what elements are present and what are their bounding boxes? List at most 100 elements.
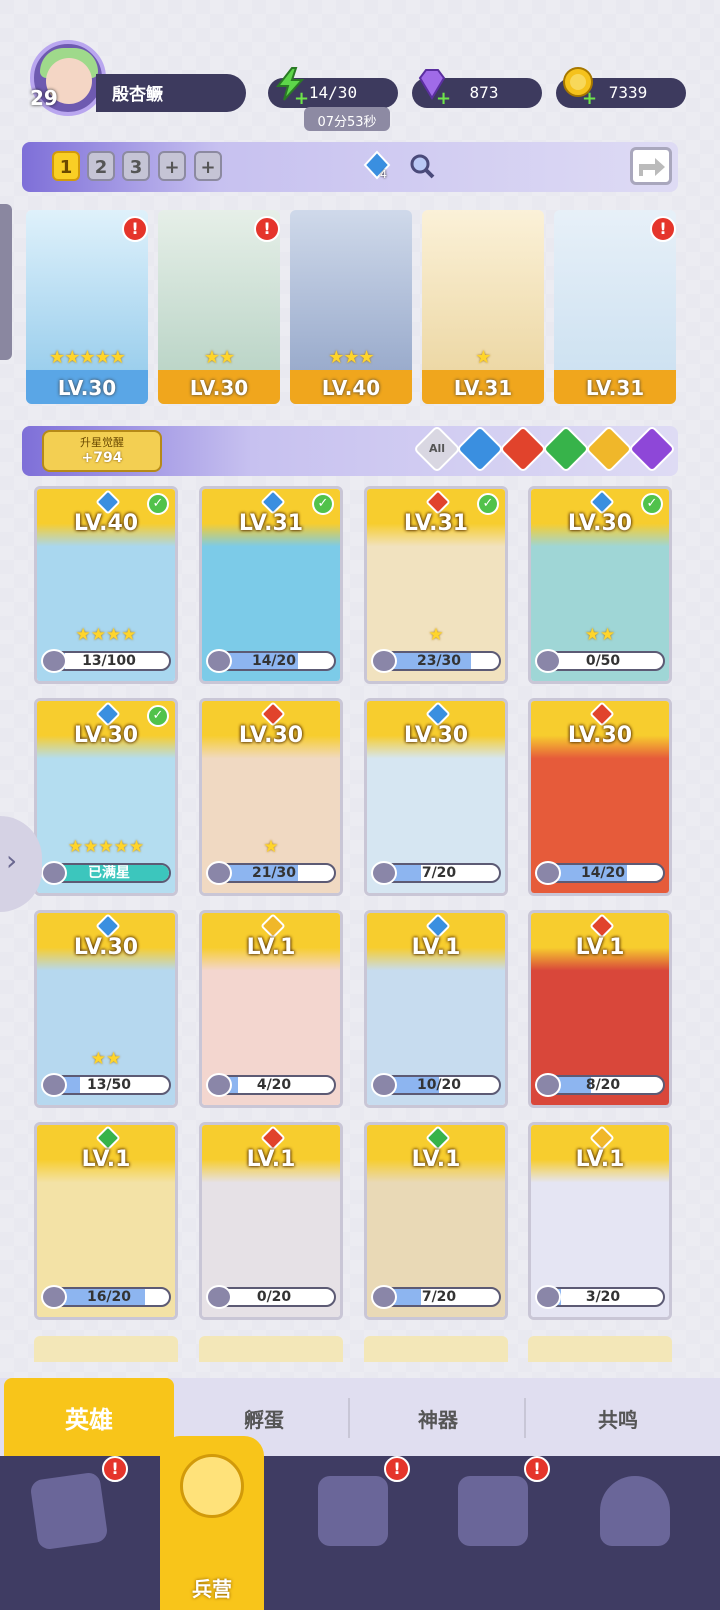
hero-card[interactable]: ✓ LV.40 ★★★★ 13/100 <box>34 486 178 684</box>
hero-card-partial <box>528 1336 672 1362</box>
hero-card[interactable]: ✓ LV.31 14/20 <box>199 486 343 684</box>
magnifier-icon[interactable] <box>408 152 436 180</box>
star-rating: ★ <box>263 837 279 857</box>
hero-level: LV.30 <box>73 723 139 748</box>
barracks-icon <box>180 1454 244 1518</box>
hero-level: LV.1 <box>81 1147 131 1172</box>
team-hero-4[interactable]: ★ LV.31 <box>422 210 544 404</box>
team-slot-add-1[interactable]: + <box>158 151 186 181</box>
hero-level: LV.1 <box>411 1147 461 1172</box>
hero-card[interactable]: LV.30 ★ 21/30 <box>199 698 343 896</box>
left-edge-tab[interactable] <box>0 204 12 360</box>
hero-card[interactable]: ✓ LV.31 ★ 23/30 <box>364 486 508 684</box>
alert-badge: ! <box>384 1456 410 1482</box>
hero-card[interactable]: LV.1 3/20 <box>528 1122 672 1320</box>
hero-card[interactable]: LV.1 0/20 <box>199 1122 343 1320</box>
filter-label: All <box>428 442 446 455</box>
hero-card-partial <box>34 1336 178 1362</box>
hero-card[interactable]: LV.1 7/20 <box>364 1122 508 1320</box>
alert-badge: ! <box>122 216 148 242</box>
hero-card-partial <box>364 1336 508 1362</box>
shard-progress-text: 7/20 <box>421 1289 457 1305</box>
team-hero-level: LV.31 <box>554 370 676 404</box>
hero-card[interactable]: LV.1 4/20 <box>199 910 343 1108</box>
cards-icon[interactable] <box>29 1471 109 1551</box>
share-icon[interactable] <box>630 147 672 185</box>
shard-icon <box>371 1073 397 1097</box>
map-icon[interactable] <box>318 1476 388 1546</box>
team-hero-level: LV.30 <box>158 370 280 404</box>
tab-divider <box>348 1398 350 1438</box>
shard-progress-text: 23/30 <box>416 653 462 669</box>
player-name[interactable]: 殷杏鳜 <box>96 74 246 112</box>
star-rating: ★ <box>475 347 491 368</box>
hero-level: LV.1 <box>246 1147 296 1172</box>
hero-level: LV.40 <box>73 511 139 536</box>
shard-progress-text: 已满星 <box>88 865 130 881</box>
hero-level: LV.30 <box>567 723 633 748</box>
team-hero-level: LV.30 <box>26 370 148 404</box>
hero-level: LV.30 <box>567 511 633 536</box>
hero-card[interactable]: LV.1 10/20 <box>364 910 508 1108</box>
shard-progress-text: 3/20 <box>585 1289 621 1305</box>
shard-progress-text: 14/20 <box>580 865 626 881</box>
hero-card[interactable]: LV.30 ★★ 13/50 <box>34 910 178 1108</box>
star-rating: ★★★★★ <box>49 347 126 368</box>
alert-badge: ! <box>254 216 280 242</box>
player-level: 29 <box>30 86 58 110</box>
hero-level: LV.1 <box>411 935 461 960</box>
gem-icon: + <box>414 66 451 109</box>
shard-progress-text: 0/50 <box>585 653 621 669</box>
hero-card[interactable]: ✓ LV.30 ★★★★★ 已满星 <box>34 698 178 896</box>
hero-card[interactable]: LV.30 14/20 <box>528 698 672 896</box>
star-rating: ★★ <box>90 1049 122 1069</box>
star-rating: ★ <box>428 625 444 645</box>
hero-card-partial <box>199 1336 343 1362</box>
hero-level: LV.31 <box>403 511 469 536</box>
castle-icon[interactable] <box>458 1476 528 1546</box>
hero-level: LV.1 <box>246 935 296 960</box>
shard-progress-text: 7/20 <box>421 865 457 881</box>
shard-icon <box>206 649 232 673</box>
team-slot-2[interactable]: 2 <box>87 151 115 181</box>
lightning-icon: + <box>272 66 309 109</box>
shard-icon <box>535 649 561 673</box>
awaken-label: 升星觉醒 <box>80 436 124 449</box>
shard-progress-text: 13/100 <box>82 653 136 669</box>
awaken-value: +794 <box>81 450 123 466</box>
coin-icon: + <box>560 66 597 109</box>
shard-icon <box>41 649 67 673</box>
shard-icon <box>206 1285 232 1309</box>
team-slot-3[interactable]: 3 <box>122 151 150 181</box>
shard-progress-text: 13/50 <box>86 1077 132 1093</box>
hero-level: LV.30 <box>73 935 139 960</box>
nav-barracks-label: 兵营 <box>192 1577 232 1601</box>
shard-icon <box>371 649 397 673</box>
tab-resonance[interactable]: 共鸣 <box>528 1378 708 1456</box>
shard-icon <box>41 861 67 885</box>
hero-card[interactable]: ✓ LV.30 ★★ 0/50 <box>528 486 672 684</box>
shard-icon <box>206 1073 232 1097</box>
energy-timer: 07分53秒 <box>304 107 390 131</box>
hero-level: LV.30 <box>238 723 304 748</box>
team-bar <box>22 142 678 192</box>
team-slot-1[interactable]: 1 <box>52 151 80 181</box>
hero-card[interactable]: LV.30 7/20 <box>364 698 508 896</box>
shard-progress-text: 10/20 <box>416 1077 462 1093</box>
team-slot-add-2[interactable]: + <box>194 151 222 181</box>
team-bonus-icon[interactable] <box>362 150 392 180</box>
tab-artifact[interactable]: 神器 <box>352 1378 524 1456</box>
nav-barracks[interactable]: 兵营 <box>160 1436 264 1610</box>
alert-badge: ! <box>102 1456 128 1482</box>
shard-icon <box>41 1073 67 1097</box>
team-bonus-count: 4 <box>380 168 387 181</box>
hero-card[interactable]: LV.1 16/20 <box>34 1122 178 1320</box>
hero-card[interactable]: LV.1 8/20 <box>528 910 672 1108</box>
tab-heroes[interactable]: 英雄 <box>4 1378 174 1456</box>
mushroom-icon[interactable] <box>600 1476 670 1546</box>
star-awaken-button[interactable]: 升星觉醒 +794 <box>42 430 162 472</box>
shard-progress-text: 0/20 <box>256 1289 292 1305</box>
hero-level: LV.1 <box>575 1147 625 1172</box>
shard-icon <box>371 861 397 885</box>
team-hero-3[interactable]: ★★★ LV.40 <box>290 210 412 404</box>
